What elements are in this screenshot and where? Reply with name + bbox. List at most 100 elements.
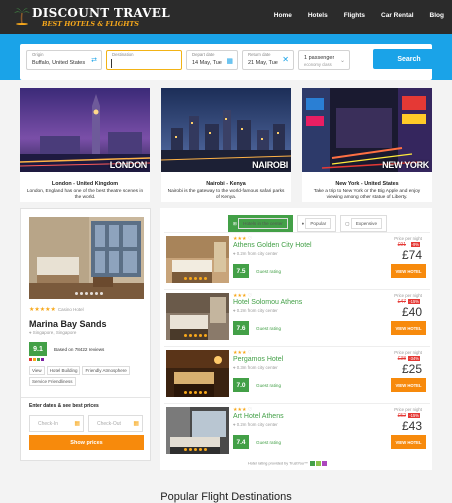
distance: ⌖ 0.2m from city center bbox=[233, 251, 278, 256]
tag: Service Friendliness bbox=[29, 377, 76, 386]
result-filters: ⊞ Hotels in the center ♦ Popular ▢ Expen… bbox=[228, 215, 388, 232]
hotel-photo[interactable] bbox=[29, 217, 144, 299]
swap-icon[interactable]: ⇄ bbox=[91, 56, 97, 64]
brand-tagline: BEST HOTELS & FLIGHTS bbox=[42, 20, 139, 28]
carousel-dots[interactable] bbox=[75, 292, 103, 295]
popular-destinations-heading: Popular Flight Destinations bbox=[160, 491, 292, 503]
check-out-field[interactable]: Check-Out ▦ bbox=[88, 415, 143, 432]
price: £74 bbox=[401, 248, 422, 262]
palm-tree-icon bbox=[14, 8, 30, 25]
clear-icon[interactable]: ✕ bbox=[282, 55, 289, 64]
nav-blog[interactable]: Blog bbox=[430, 12, 444, 19]
price: £25 bbox=[401, 362, 422, 376]
return-value: 21 May, Tue bbox=[248, 60, 278, 66]
origin-value: Buffalo, United States bbox=[32, 60, 86, 66]
discount-badge: -15% bbox=[408, 413, 420, 418]
origin-field[interactable]: Origin Buffalo, United States ⇄ bbox=[26, 50, 102, 70]
rating-provider: Hotel rating provided by TrustYou™ bbox=[248, 461, 327, 466]
destination-label: Destination bbox=[112, 52, 134, 57]
price-per-night-label: Price per night bbox=[394, 407, 422, 412]
hotel-name[interactable]: Art Hotel Athens bbox=[233, 413, 284, 420]
hotel-name[interactable]: Hotel Solomou Athens bbox=[233, 299, 302, 306]
main-nav: Home Hotels Flights Car Rental Blog bbox=[258, 12, 444, 19]
hotel-thumbnail[interactable] bbox=[166, 236, 229, 283]
star-rating: ★★★★★ Casino Hotel bbox=[29, 307, 84, 313]
view-hotel-button[interactable]: VIEW HOTEL bbox=[391, 435, 426, 449]
filter-center[interactable]: ⊞ Hotels in the center bbox=[228, 215, 293, 232]
discount-badge: -15% bbox=[408, 299, 420, 304]
search-button[interactable]: Search bbox=[373, 49, 445, 69]
chevron-down-icon: ⌄ bbox=[339, 58, 345, 64]
guest-rating-label: Guest rating bbox=[256, 440, 282, 445]
destination-title[interactable]: Nairobi - Kenya bbox=[161, 181, 291, 187]
price: £43 bbox=[401, 419, 422, 433]
passenger-select[interactable]: 1 passenger economy class ⌄ bbox=[298, 50, 350, 70]
calendar-icon: ▦ bbox=[74, 421, 80, 427]
rating-bars bbox=[29, 358, 44, 361]
destination-description: Nairobi is the gateway to the world-famo… bbox=[167, 189, 285, 201]
hotel-name[interactable]: Pergamos Hotel bbox=[233, 356, 283, 363]
featured-hotel-card: ★★★★★ Casino Hotel Marina Bay Sands ⌖ Sin… bbox=[20, 208, 151, 461]
guest-rating-label: Guest rating bbox=[256, 269, 282, 274]
carousel-dots[interactable] bbox=[184, 277, 207, 280]
nav-hotels[interactable]: Hotels bbox=[308, 12, 328, 19]
calendar-icon: ▦ bbox=[226, 58, 233, 65]
trustyou-logo bbox=[309, 461, 315, 466]
hotel-results-panel: ⊞ Hotels in the center ♦ Popular ▢ Expen… bbox=[160, 208, 432, 470]
view-hotel-button[interactable]: VIEW HOTEL bbox=[391, 264, 426, 278]
hotel-result-row: ★★★ ♡ Pergamos Hotel ⌖ 0.3m from city ce… bbox=[164, 346, 430, 400]
destination-title[interactable]: London - United Kingdom bbox=[20, 181, 150, 187]
hotel-name[interactable]: Marina Bay Sands bbox=[29, 319, 107, 329]
rating-score: 9.1 bbox=[29, 342, 47, 356]
destination-title[interactable]: New York - United States bbox=[302, 181, 432, 187]
destination-description: Take a trip to New York or the Big Apple… bbox=[313, 189, 421, 201]
distance: ⌖ 0.3m from city center bbox=[233, 365, 278, 370]
price-per-night-label: Price per night bbox=[394, 293, 422, 298]
carousel-dots[interactable] bbox=[184, 334, 207, 337]
return-date-field[interactable]: Return date 21 May, Tue ✕ bbox=[242, 50, 294, 70]
price-per-night-label: Price per night bbox=[394, 350, 422, 355]
text-cursor bbox=[111, 59, 112, 68]
review-count: Based on 78422 reviews bbox=[54, 347, 105, 352]
filter-expensive[interactable]: ▢ Expensive bbox=[340, 215, 388, 232]
site-logo[interactable]: DISCOUNT TRAVEL BEST HOTELS & FLIGHTS bbox=[14, 4, 170, 30]
depart-date-field[interactable]: Depart date 14 May, Tue ▦ bbox=[186, 50, 238, 70]
hotel-type: Casino Hotel bbox=[57, 307, 84, 312]
price: £40 bbox=[401, 305, 422, 319]
return-label: Return date bbox=[248, 52, 271, 57]
distance: ⌖ 0.2m from city center bbox=[233, 422, 278, 427]
carousel-dots[interactable] bbox=[184, 391, 207, 394]
destination-card-new-york[interactable]: NEW YORK New York - United States Take a… bbox=[302, 88, 432, 202]
view-hotel-button[interactable]: VIEW HOTEL bbox=[391, 321, 426, 335]
hotel-thumbnail[interactable] bbox=[166, 293, 229, 340]
tag: View bbox=[29, 366, 45, 375]
hotel-result-row: ★★★ ♡ Athens Golden City Hotel ⌖ 0.2m fr… bbox=[164, 232, 430, 286]
destination-card-london[interactable]: LONDON London - United Kingdom London, E… bbox=[20, 88, 150, 202]
hotel-thumbnail[interactable] bbox=[166, 350, 229, 397]
top-bar: DISCOUNT TRAVEL BEST HOTELS & FLIGHTS Ho… bbox=[0, 0, 452, 34]
nav-flights[interactable]: Flights bbox=[344, 12, 365, 19]
hotel-name[interactable]: Athens Golden City Hotel bbox=[233, 242, 312, 249]
hotel-thumbnail[interactable] bbox=[166, 407, 229, 454]
filter-popular[interactable]: ♦ Popular bbox=[296, 215, 337, 232]
nav-car-rental[interactable]: Car Rental bbox=[381, 12, 414, 19]
rating-score: 7.6 bbox=[233, 321, 249, 335]
london-image: LONDON bbox=[20, 88, 150, 172]
carousel-dots[interactable] bbox=[184, 448, 207, 451]
city-label: LONDON bbox=[109, 160, 148, 170]
nairobi-image: NAIROBI bbox=[161, 88, 291, 172]
calendar-icon: ▦ bbox=[133, 421, 139, 427]
city-label: NAIROBI bbox=[252, 160, 288, 170]
rating-score: 7.4 bbox=[233, 435, 249, 449]
new-york-image: NEW YORK bbox=[302, 88, 432, 172]
rating-score: 7.0 bbox=[233, 378, 249, 392]
view-hotel-button[interactable]: VIEW HOTEL bbox=[391, 378, 426, 392]
hotel-result-row: ★★★ ♡ Hotel Solomou Athens ⌖ 0.2m from c… bbox=[164, 289, 430, 343]
destination-card-nairobi[interactable]: NAIROBI Nairobi - Kenya Nairobi is the g… bbox=[161, 88, 291, 202]
brand-name: DISCOUNT TRAVEL bbox=[32, 6, 170, 20]
show-prices-button[interactable]: Show prices bbox=[29, 435, 144, 450]
check-in-field[interactable]: Check-In ▦ bbox=[29, 415, 84, 432]
tag: Friendly Atmosphere bbox=[82, 366, 130, 375]
destination-field[interactable]: Destination bbox=[106, 50, 182, 70]
nav-home[interactable]: Home bbox=[274, 12, 292, 19]
